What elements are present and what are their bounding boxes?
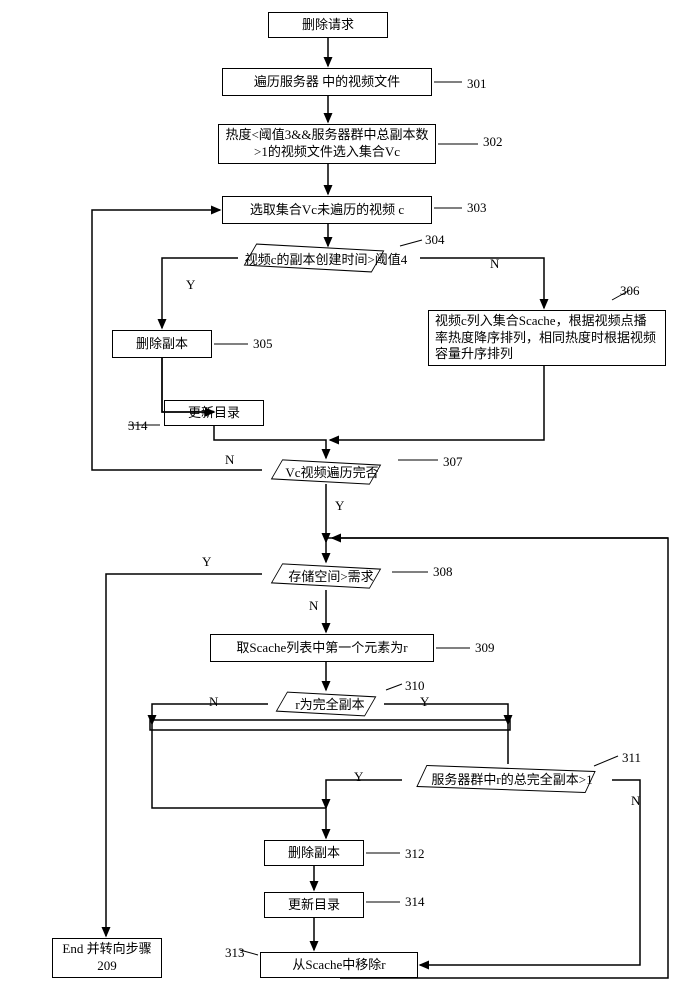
- yn-310-y: Y: [420, 694, 429, 710]
- yn-311-y: Y: [354, 769, 363, 785]
- box-314a: 更新目录: [164, 400, 264, 426]
- box-314b: 更新目录: [264, 892, 364, 918]
- yn-308-y: Y: [202, 554, 211, 570]
- label-308: 308: [433, 564, 453, 580]
- label-301: 301: [467, 76, 487, 92]
- label-305: 305: [253, 336, 273, 352]
- box-302-text: 热度<阈值3&&服务器群中总副本数>1的视频文件选入集合Vc: [223, 127, 431, 161]
- label-302: 302: [483, 134, 503, 150]
- box-303-text: 选取集合Vc未遍历的视频 c: [250, 202, 404, 219]
- diamond-307: [271, 459, 381, 484]
- diamond-311: [416, 765, 595, 793]
- label-307: 307: [443, 454, 463, 470]
- diamond-308: [271, 563, 381, 588]
- label-314a: 314: [128, 418, 148, 434]
- box-306-text: 视频c列入集合Scache，根据视频点播率热度降序排列，相同热度时根据视频容量升…: [435, 313, 659, 364]
- box-305-text: 删除副本: [136, 336, 188, 353]
- box-312-text: 删除副本: [288, 845, 340, 862]
- label-311: 311: [622, 750, 641, 766]
- box-312: 删除副本: [264, 840, 364, 866]
- yn-308-n: N: [309, 598, 318, 614]
- label-306: 306: [620, 283, 640, 299]
- box-302: 热度<阈值3&&服务器群中总副本数>1的视频文件选入集合Vc: [218, 124, 436, 164]
- start-text: 删除请求: [302, 17, 354, 34]
- end-box: End 并转向步骤209: [52, 938, 162, 978]
- box-313: 从Scache中移除r: [260, 952, 418, 978]
- yn-307-n: N: [225, 452, 234, 468]
- box-313-text: 从Scache中移除r: [292, 957, 385, 974]
- box-306: 视频c列入集合Scache，根据视频点播率热度降序排列，相同热度时根据视频容量升…: [428, 310, 666, 366]
- diamond-304: [244, 244, 385, 273]
- yn-311-n: N: [631, 793, 640, 809]
- label-309: 309: [475, 640, 495, 656]
- box-309: 取Scache列表中第一个元素为r: [210, 634, 434, 662]
- yn-310-n: N: [209, 694, 218, 710]
- box-305: 删除副本: [112, 330, 212, 358]
- yn-307-y: Y: [335, 498, 344, 514]
- box-314a-text: 更新目录: [188, 405, 240, 422]
- yn-304-y: Y: [186, 277, 195, 293]
- end-text: End 并转向步骤209: [57, 941, 157, 975]
- label-312: 312: [405, 846, 425, 862]
- label-314b: 314: [405, 894, 425, 910]
- box-303: 选取集合Vc未遍历的视频 c: [222, 196, 432, 224]
- box-309-text: 取Scache列表中第一个元素为r: [236, 640, 407, 657]
- box-314b-text: 更新目录: [288, 897, 340, 914]
- label-310: 310: [405, 678, 425, 694]
- diamond-310: [276, 692, 377, 717]
- label-303: 303: [467, 200, 487, 216]
- box-301: 遍历服务器 中的视频文件: [222, 68, 432, 96]
- label-313: 313: [225, 945, 245, 961]
- label-304: 304: [425, 232, 445, 248]
- box-301-text: 遍历服务器 中的视频文件: [254, 74, 400, 91]
- start-box: 删除请求: [268, 12, 388, 38]
- yn-304-n: N: [490, 256, 499, 272]
